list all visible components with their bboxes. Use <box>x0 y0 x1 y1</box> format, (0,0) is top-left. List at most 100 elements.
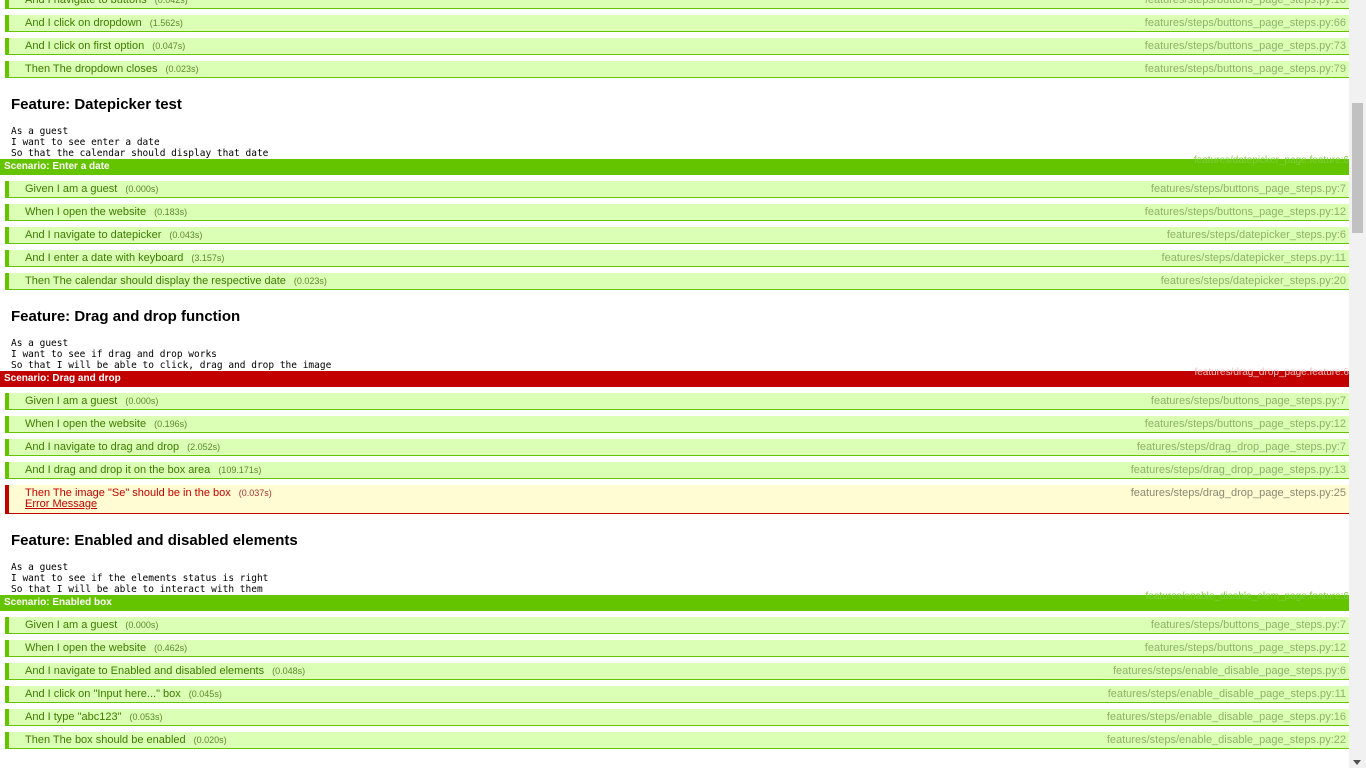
step-row: And I navigate to Enabled and disabled e… <box>5 663 1349 680</box>
step-duration: (0.042s) <box>154 0 188 5</box>
step-row: And I click on dropdown (1.562s) features/… <box>5 15 1349 32</box>
scenario-header[interactable]: Scenario: Drag and drop features/drag_dro… <box>0 367 1349 387</box>
step-name: And I click on first option <box>25 40 145 52</box>
step-name: Given I am a guest <box>25 395 118 407</box>
step-text: When I open the website (0.196s) <box>25 416 187 432</box>
feature-block: Feature: Enabled and disabled elements As… <box>0 520 1349 595</box>
step-file-location: features/steps/drag_drop_page_steps.py:7 <box>1136 441 1346 453</box>
step-name: And I navigate to buttons <box>25 0 147 6</box>
step-file-location: features/steps/buttons_page_steps.py:12 <box>1144 206 1346 218</box>
step-duration: (1.562s) <box>149 18 183 28</box>
step-text: And I navigate to buttons (0.042s) <box>25 0 188 8</box>
scenario-header[interactable]: Scenario: Enter a date features/datepicke… <box>0 155 1349 175</box>
step-name: When I open the website <box>25 642 147 654</box>
step-name: And I type "abc123" <box>25 711 122 723</box>
scroll-down-arrow-icon[interactable] <box>1353 760 1361 765</box>
step-name: When I open the website <box>25 418 147 430</box>
step-row: And I type "abc123" (0.053s) features/step… <box>5 709 1349 726</box>
step-duration: (0.048s) <box>272 666 306 676</box>
scrollbar-thumb[interactable] <box>1352 103 1363 233</box>
step-name: And I click on dropdown <box>25 17 142 29</box>
step-file-location: features/steps/datepicker_steps.py:11 <box>1161 252 1346 264</box>
step-name: Then The dropdown closes <box>25 63 158 75</box>
feature-block: Feature: Datepicker test As a guest I wan… <box>0 84 1349 159</box>
step-file-location: features/steps/buttons_page_steps.py:12 <box>1144 642 1346 654</box>
step-text: And I enter a date with keyboard (3.157s) <box>25 250 224 266</box>
step-row: When I open the website (0.183s) features/… <box>5 204 1349 221</box>
step-file-location: features/steps/buttons_page_steps.py:12 <box>1144 418 1346 430</box>
step-row: When I open the website (0.196s) features/… <box>5 416 1349 433</box>
step-text: Given I am a guest (0.000s) <box>25 181 158 197</box>
step-row: Then The calendar should display the res… <box>5 273 1349 290</box>
step-file-location: features/steps/drag_drop_page_steps.py:2… <box>1130 487 1346 499</box>
step-duration: (0.020s) <box>193 735 227 745</box>
step-file-location: features/steps/datepicker_steps.py:20 <box>1160 275 1346 287</box>
feature-title: Feature: Enabled and disabled elements <box>11 532 298 549</box>
failed-step-row: Then The image "Se" should be in the box… <box>5 485 1349 514</box>
step-name: And I enter a date with keyboard <box>25 252 184 264</box>
step-duration: (0.043s) <box>169 230 203 240</box>
step-text: And I navigate to drag and drop (2.052s) <box>25 439 220 455</box>
scenario-file-location: features/enable_disable_elem_page.featur… <box>1145 591 1350 602</box>
step-text: When I open the website (0.183s) <box>25 204 187 220</box>
step-duration: (0.183s) <box>154 207 188 217</box>
step-duration: (0.462s) <box>154 643 188 653</box>
step-row: And I drag and drop it on the box area (1… <box>5 462 1349 479</box>
step-file-location: features/steps/enable_disable_page_steps… <box>1107 688 1346 700</box>
vertical-scrollbar[interactable] <box>1349 0 1366 768</box>
step-duration: (0.053s) <box>129 712 163 722</box>
step-row: Given I am a guest (0.000s) features/steps… <box>5 393 1349 410</box>
step-duration: (109.171s) <box>218 465 262 475</box>
step-name: And I click on "Input here..." box <box>25 688 181 700</box>
step-duration: (0.047s) <box>152 41 186 51</box>
step-duration: (2.052s) <box>187 442 221 452</box>
step-duration: (0.023s) <box>293 276 327 286</box>
step-name: When I open the website <box>25 206 147 218</box>
step-row: And I click on first option (0.047s) featu… <box>5 38 1349 55</box>
step-text: When I open the website (0.462s) <box>25 640 187 656</box>
step-row: When I open the website (0.462s) features/… <box>5 640 1349 657</box>
step-text: Then The calendar should display the res… <box>25 273 327 289</box>
step-file-location: features/steps/drag_drop_page_steps.py:1… <box>1130 464 1346 476</box>
scenario-file-location: features/drag_drop_page.feature:6 <box>1194 367 1349 378</box>
feature-title: Feature: Datepicker test <box>11 96 182 113</box>
step-duration: (0.000s) <box>125 184 159 194</box>
scenario-title: Scenario: Enter a date <box>4 161 110 172</box>
step-file-location: features/steps/buttons_page_steps.py:7 <box>1150 619 1346 631</box>
step-row: Then The dropdown closes (0.023s) features… <box>5 61 1349 78</box>
step-file-location: features/steps/buttons_page_steps.py:18 <box>1144 0 1346 6</box>
step-file-location: features/steps/buttons_page_steps.py:66 <box>1144 17 1346 29</box>
step-duration: (0.000s) <box>125 396 159 406</box>
scenario-header[interactable]: Scenario: Enabled box features/enable_dis… <box>0 591 1349 611</box>
step-name: And I navigate to drag and drop <box>25 441 180 453</box>
step-text: And I click on dropdown (1.562s) <box>25 15 183 31</box>
step-file-location: features/steps/buttons_page_steps.py:73 <box>1144 40 1346 52</box>
step-file-location: features/steps/buttons_page_steps.py:79 <box>1144 63 1346 75</box>
step-duration: (0.196s) <box>154 419 188 429</box>
step-file-location: features/steps/datepicker_steps.py:6 <box>1166 229 1346 241</box>
behave-report: And I navigate to buttons (0.042s) feature… <box>0 0 1349 755</box>
step-name: Then The box should be enabled <box>25 734 186 746</box>
step-file-location: features/steps/buttons_page_steps.py:7 <box>1150 183 1346 195</box>
scenario-title: Scenario: Enabled box <box>4 597 112 608</box>
step-duration: (3.157s) <box>191 253 225 263</box>
step-text: And I navigate to datepicker (0.043s) <box>25 227 202 243</box>
error-message-link[interactable]: Error Message <box>25 496 97 512</box>
step-text: Given I am a guest (0.000s) <box>25 393 158 409</box>
step-name: And I navigate to datepicker <box>25 229 162 241</box>
step-file-location: features/steps/enable_disable_page_steps… <box>1106 711 1346 723</box>
step-file-location: features/steps/enable_disable_page_steps… <box>1106 734 1346 746</box>
step-name: And I navigate to Enabled and disabled e… <box>25 665 265 677</box>
feature-description: As a guest I want to see enter a date So… <box>11 126 269 159</box>
step-duration: (0.045s) <box>188 689 222 699</box>
step-duration: (0.000s) <box>125 620 159 630</box>
step-name: Then The calendar should display the res… <box>25 275 286 287</box>
step-text: And I click on "Input here..." box (0.045… <box>25 686 222 702</box>
step-file-location: features/steps/buttons_page_steps.py:7 <box>1150 395 1346 407</box>
step-row: Then The box should be enabled (0.020s) fe… <box>5 732 1349 749</box>
scenario-title: Scenario: Drag and drop <box>4 373 121 384</box>
step-file-location: features/steps/enable_disable_page_steps… <box>1112 665 1346 677</box>
step-text: And I navigate to Enabled and disabled e… <box>25 663 305 679</box>
step-text: And I type "abc123" (0.053s) <box>25 709 163 725</box>
step-row: Given I am a guest (0.000s) features/steps… <box>5 181 1349 198</box>
